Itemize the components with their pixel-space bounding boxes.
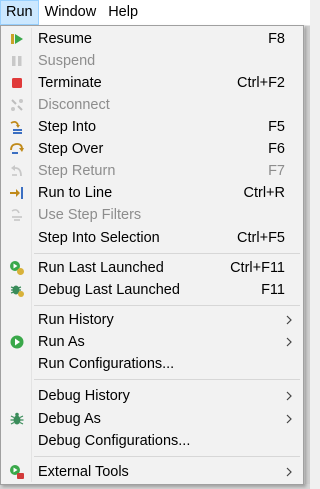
resume-icon: [9, 31, 25, 47]
menu-item-disconnect[interactable]: Disconnect: [3, 94, 301, 116]
menu-window[interactable]: Window: [39, 0, 103, 25]
menu-item-shortcut: Ctrl+R: [243, 185, 286, 201]
menu-item-debug-as[interactable]: Debug As: [3, 408, 301, 430]
menu-item-shortcut: F8: [268, 31, 285, 47]
disconnect-icon: [9, 97, 25, 113]
run-as-icon: [9, 334, 25, 350]
menu-item-shortcut: Ctrl+F5: [237, 230, 285, 246]
terminate-icon: [9, 75, 25, 91]
step-return-icon: [9, 163, 25, 179]
menu-item-shortcut: F7: [268, 163, 285, 179]
menu-item-resume[interactable]: Resume F8: [3, 28, 301, 50]
menu-help[interactable]: Help: [102, 0, 144, 25]
menu-item-debug-history[interactable]: Debug History: [3, 385, 301, 407]
menu-item-label: Resume: [38, 31, 92, 47]
menu-item-label: Step Return: [38, 163, 116, 179]
menu-item-terminate[interactable]: Terminate Ctrl+F2: [3, 72, 301, 94]
menu-item-label: Run Last Launched: [38, 260, 164, 276]
menu-run[interactable]: Run: [0, 0, 39, 25]
step-into-icon: [9, 119, 25, 135]
menu-bar: Run Window Help: [0, 0, 310, 25]
menu-item-step-into-selection[interactable]: Step Into Selection Ctrl+F5: [3, 227, 301, 249]
chevron-right-icon: [285, 331, 293, 353]
menu-item-step-into[interactable]: Step Into F5: [3, 116, 301, 138]
menu-item-label: Run History: [38, 312, 114, 328]
menu-separator: [34, 253, 300, 254]
menu-item-label: Debug Configurations...: [38, 433, 191, 449]
menu-item-shortcut: Ctrl+F11: [230, 260, 285, 276]
menu-item-shortcut: F11: [261, 282, 285, 298]
menu-separator: [34, 456, 300, 457]
menu-item-shortcut: F6: [268, 141, 285, 157]
menu-item-shortcut: Ctrl+F2: [237, 75, 285, 91]
menu-item-label: Run Configurations...: [38, 356, 175, 372]
debug-last-icon: [9, 282, 25, 298]
external-tools-icon: [9, 464, 25, 480]
menu-item-suspend[interactable]: Suspend: [3, 50, 301, 72]
chevron-right-icon: [285, 309, 293, 331]
menu-item-label: External Tools: [38, 464, 129, 480]
menu-item-step-over[interactable]: Step Over F6: [3, 138, 301, 160]
menu-item-run-last-launched[interactable]: Run Last Launched Ctrl+F11: [3, 257, 301, 279]
menu-item-label: Disconnect: [38, 97, 110, 113]
menu-item-run-as[interactable]: Run As: [3, 331, 301, 353]
menu-item-label: Run to Line: [38, 185, 113, 201]
step-over-icon: [9, 141, 25, 157]
debug-as-icon: [9, 411, 25, 427]
menu-item-label: Step Over: [38, 141, 104, 157]
menu-item-label: Use Step Filters: [38, 207, 142, 223]
menu-item-debug-last-launched[interactable]: Debug Last Launched F11: [3, 279, 301, 301]
menu-item-external-tools[interactable]: External Tools: [3, 461, 301, 483]
menu-item-label: Debug Last Launched: [38, 282, 180, 298]
menu-item-label: Terminate: [38, 75, 102, 91]
menu-separator: [34, 305, 300, 306]
run-to-line-icon: [9, 185, 25, 201]
menu-item-label: Debug History: [38, 388, 130, 404]
step-filters-icon: [9, 207, 25, 223]
menu-separator: [34, 379, 300, 380]
menu-item-run-to-line[interactable]: Run to Line Ctrl+R: [3, 182, 301, 204]
run-last-icon: [9, 260, 25, 276]
menu-item-label: Step Into Selection: [38, 230, 160, 246]
menu-item-debug-configurations[interactable]: Debug Configurations...: [3, 430, 301, 452]
menu-item-run-history[interactable]: Run History: [3, 309, 301, 331]
screen: Run Window Help Resume F8 Suspend Termin…: [0, 0, 310, 489]
chevron-right-icon: [285, 385, 293, 407]
run-menu-dropdown: Resume F8 Suspend Terminate Ctrl+F2 Disc…: [0, 25, 304, 485]
chevron-right-icon: [285, 408, 293, 430]
menu-item-run-configurations[interactable]: Run Configurations...: [3, 353, 301, 375]
background-editor: [305, 26, 310, 489]
menu-item-use-step-filters[interactable]: Use Step Filters: [3, 204, 301, 226]
menu-item-label: Run As: [38, 334, 85, 350]
menu-item-step-return[interactable]: Step Return F7: [3, 160, 301, 182]
menu-item-label: Suspend: [38, 53, 96, 69]
menu-item-shortcut: F5: [268, 119, 285, 135]
suspend-icon: [9, 53, 25, 69]
chevron-right-icon: [285, 461, 293, 483]
menu-item-label: Debug As: [38, 411, 101, 427]
menu-item-label: Step Into: [38, 119, 97, 135]
